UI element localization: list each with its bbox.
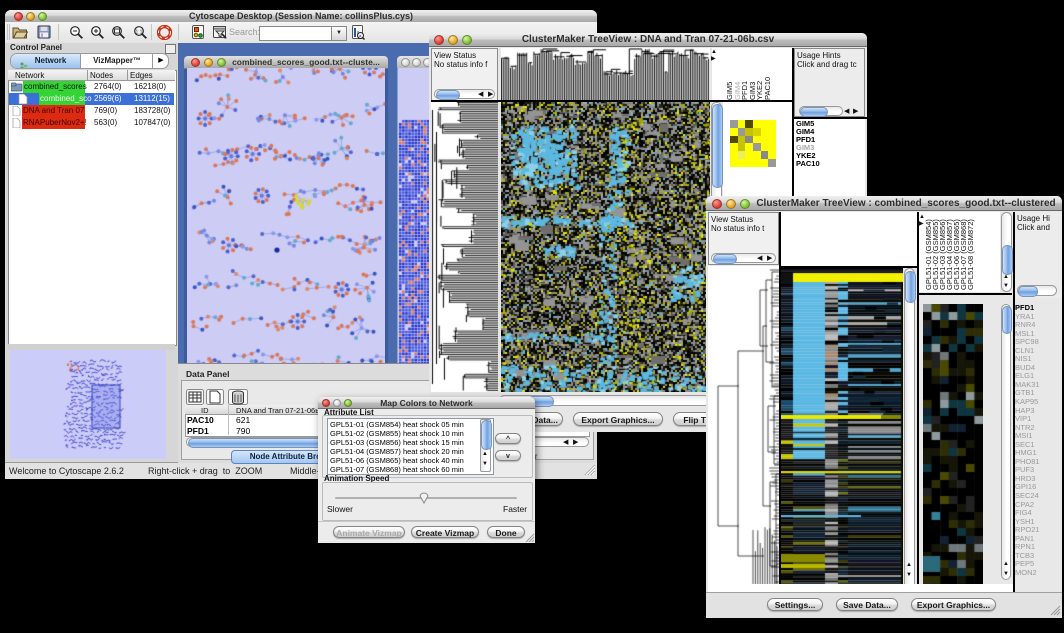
svg-text:1:1: 1:1: [136, 30, 143, 36]
